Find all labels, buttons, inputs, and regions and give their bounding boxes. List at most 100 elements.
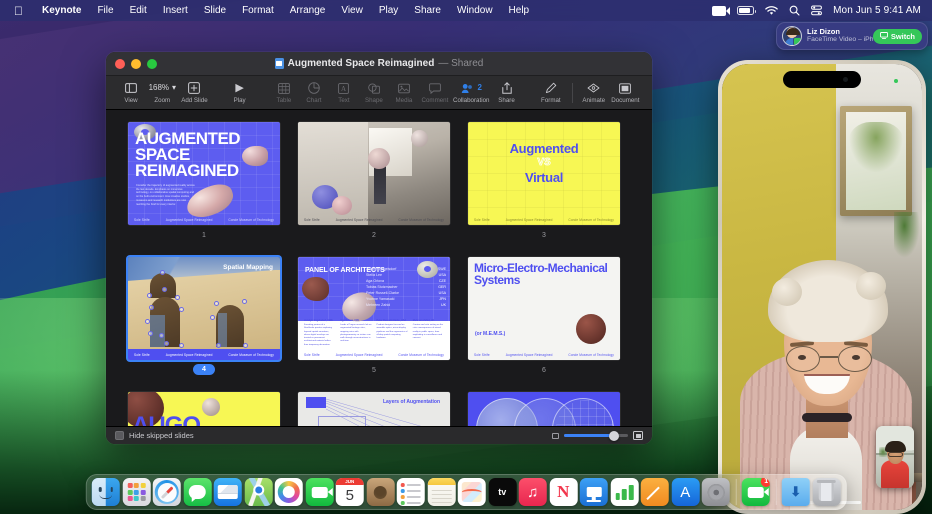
slide-thumbnail-7[interactable]: AUGO bbox=[128, 392, 280, 426]
edit-handle[interactable] bbox=[242, 299, 247, 304]
edit-handle[interactable] bbox=[162, 287, 167, 292]
menu-item-format[interactable]: Format bbox=[234, 0, 282, 21]
keynote-toolbar[interactable]: View 168% ▾ Zoom Add Slide ▶ Play bbox=[106, 76, 652, 110]
slide-cell[interactable]: AUGMENTED SPACE REIMAGINED Consider the … bbox=[128, 122, 280, 241]
menu-item-play[interactable]: Play bbox=[371, 0, 406, 21]
dock-item-facetime-call[interactable]: 1 bbox=[742, 478, 770, 506]
keynote-status-bar[interactable]: Hide skipped slides bbox=[106, 426, 652, 444]
slide-cell[interactable]: Sole Strife Augmented Space Reimagined C… bbox=[298, 122, 450, 241]
menu-item-keynote[interactable]: Keynote bbox=[34, 0, 89, 21]
slide-cell[interactable]: Augmented VS Virtual Sole Strife Augment… bbox=[468, 122, 620, 241]
dock[interactable]: JUN 5 tv ♫ N A 1 bbox=[86, 474, 847, 510]
slide-thumbnail-1[interactable]: AUGMENTED SPACE REIMAGINED Consider the … bbox=[128, 122, 280, 225]
edit-handle[interactable] bbox=[147, 293, 152, 298]
toolbar-animate-button[interactable]: Animate bbox=[579, 82, 609, 104]
dock-item-messages[interactable] bbox=[183, 478, 211, 506]
toolbar-zoom-control[interactable]: 168% ▾ Zoom bbox=[146, 82, 179, 104]
dock-item-calendar[interactable]: JUN 5 bbox=[336, 478, 364, 506]
dock-item-freeform[interactable] bbox=[458, 478, 486, 506]
menu-item-insert[interactable]: Insert bbox=[155, 0, 196, 21]
slide-cell[interactable]: PHYSICAL AUGMENTED VIRTUAL 9 bbox=[468, 392, 620, 426]
dock-item-contacts[interactable] bbox=[366, 478, 394, 506]
dock-item-photos[interactable] bbox=[275, 478, 303, 506]
slide-thumbnail-6[interactable]: Micro-Electro-Mechanical Systems (or M.E… bbox=[468, 257, 620, 360]
edit-handle[interactable] bbox=[159, 333, 164, 338]
slide-cell[interactable]: Spatial Mapping bbox=[128, 257, 280, 376]
toolbar-format-button[interactable]: Format bbox=[536, 82, 566, 104]
edit-handle[interactable] bbox=[243, 343, 248, 348]
thumbnail-size-control[interactable] bbox=[552, 431, 643, 440]
small-thumbnail-icon[interactable] bbox=[552, 433, 559, 439]
toolbar-text-button[interactable]: A Text bbox=[329, 82, 359, 104]
toolbar-chart-button[interactable]: Chart bbox=[299, 82, 329, 104]
toolbar-add-slide-button[interactable]: Add Slide bbox=[179, 82, 211, 104]
edit-handle[interactable] bbox=[160, 270, 165, 275]
menu-item-slide[interactable]: Slide bbox=[196, 0, 234, 21]
battery-icon[interactable] bbox=[737, 6, 754, 15]
dock-item-mail[interactable] bbox=[214, 478, 242, 506]
dock-item-notes[interactable] bbox=[427, 478, 455, 506]
dock-item-reminders[interactable] bbox=[397, 478, 425, 506]
slide-cell[interactable]: Layers of Augmentation 8 bbox=[298, 392, 450, 426]
slide-thumbnail-8[interactable]: Layers of Augmentation bbox=[298, 392, 450, 426]
edit-handle[interactable] bbox=[164, 341, 169, 346]
dock-item-pages[interactable] bbox=[641, 478, 669, 506]
toolbar-table-button[interactable]: Table bbox=[269, 82, 299, 104]
control-center-icon[interactable] bbox=[811, 5, 822, 16]
apple-logo-icon[interactable]:  bbox=[14, 5, 23, 17]
toolbar-play-button[interactable]: ▶ Play bbox=[225, 82, 255, 104]
self-view-pip[interactable] bbox=[876, 426, 914, 488]
edit-handle[interactable] bbox=[210, 315, 215, 320]
facetime-notification[interactable]: Liz Dizon FaceTime Video – iPhone ❯ Swit… bbox=[776, 22, 928, 50]
dock-item-keynote[interactable] bbox=[580, 478, 608, 506]
dock-item-news[interactable]: N bbox=[549, 478, 577, 506]
slide-thumbnail-5[interactable]: PANEL OF ARCHITECTS Jocelyn EngelsdorfSW… bbox=[298, 257, 450, 360]
slide-cell[interactable]: AUGO 7 bbox=[128, 392, 280, 426]
dock-item-facetime[interactable] bbox=[305, 478, 333, 506]
thumbnail-size-slider[interactable] bbox=[564, 434, 628, 437]
slide-thumbnail-9[interactable]: PHYSICAL AUGMENTED VIRTUAL bbox=[468, 392, 620, 426]
menu-item-help[interactable]: Help bbox=[501, 0, 538, 21]
dock-item-music[interactable]: ♫ bbox=[519, 478, 547, 506]
dock-item-appstore[interactable]: A bbox=[671, 478, 699, 506]
slide-thumbnail-4[interactable]: Spatial Mapping bbox=[128, 257, 280, 360]
slide-cell[interactable]: PANEL OF ARCHITECTS Jocelyn EngelsdorfSW… bbox=[298, 257, 450, 376]
search-icon[interactable] bbox=[789, 5, 800, 16]
edit-handle[interactable] bbox=[179, 343, 184, 348]
menu-item-window[interactable]: Window bbox=[449, 0, 501, 21]
menu-item-file[interactable]: File bbox=[89, 0, 121, 21]
edit-handle[interactable] bbox=[149, 305, 154, 310]
dock-item-downloads[interactable]: ⬇ bbox=[782, 478, 810, 506]
edit-handle[interactable] bbox=[214, 301, 219, 306]
large-thumbnail-icon[interactable] bbox=[633, 431, 643, 440]
slide-navigator[interactable]: AUGMENTED SPACE REIMAGINED Consider the … bbox=[106, 110, 652, 426]
toolbar-comment-button[interactable]: Comment bbox=[419, 82, 451, 104]
toolbar-collaboration-button[interactable]: 2 Collaboration bbox=[451, 82, 492, 104]
dock-item-trash[interactable] bbox=[812, 478, 840, 506]
edit-handle[interactable] bbox=[145, 319, 150, 324]
hide-skipped-slides-checkbox[interactable] bbox=[115, 431, 124, 440]
toolbar-share-button[interactable]: Share bbox=[492, 82, 522, 104]
menu-item-share[interactable]: Share bbox=[406, 0, 449, 21]
slide-thumbnail-3[interactable]: Augmented VS Virtual Sole Strife Augment… bbox=[468, 122, 620, 225]
edit-handle[interactable] bbox=[216, 343, 221, 348]
dock-item-system-settings[interactable] bbox=[702, 478, 730, 506]
menu-item-arrange[interactable]: Arrange bbox=[282, 0, 334, 21]
dock-item-appletv[interactable]: tv bbox=[488, 478, 516, 506]
dock-item-maps[interactable] bbox=[244, 478, 272, 506]
menu-clock[interactable]: Mon Jun 5 9:41 AM bbox=[833, 5, 921, 16]
slide-cell[interactable]: Micro-Electro-Mechanical Systems (or M.E… bbox=[468, 257, 620, 376]
dock-item-launchpad[interactable] bbox=[122, 478, 150, 506]
edit-handle[interactable] bbox=[175, 295, 180, 300]
iphone-device[interactable] bbox=[718, 60, 926, 514]
dock-item-numbers[interactable] bbox=[610, 478, 638, 506]
menu-item-edit[interactable]: Edit bbox=[122, 0, 155, 21]
window-titlebar[interactable]: Augmented Space Reimagined — Shared bbox=[106, 52, 652, 76]
phone-screen[interactable] bbox=[722, 64, 922, 510]
menu-item-view[interactable]: View bbox=[333, 0, 371, 21]
slider-knob[interactable] bbox=[609, 431, 619, 441]
toolbar-view-button[interactable]: View bbox=[116, 82, 146, 104]
switch-button[interactable]: Switch bbox=[873, 29, 922, 44]
edit-handle[interactable] bbox=[179, 307, 184, 312]
dock-item-safari[interactable] bbox=[153, 478, 181, 506]
